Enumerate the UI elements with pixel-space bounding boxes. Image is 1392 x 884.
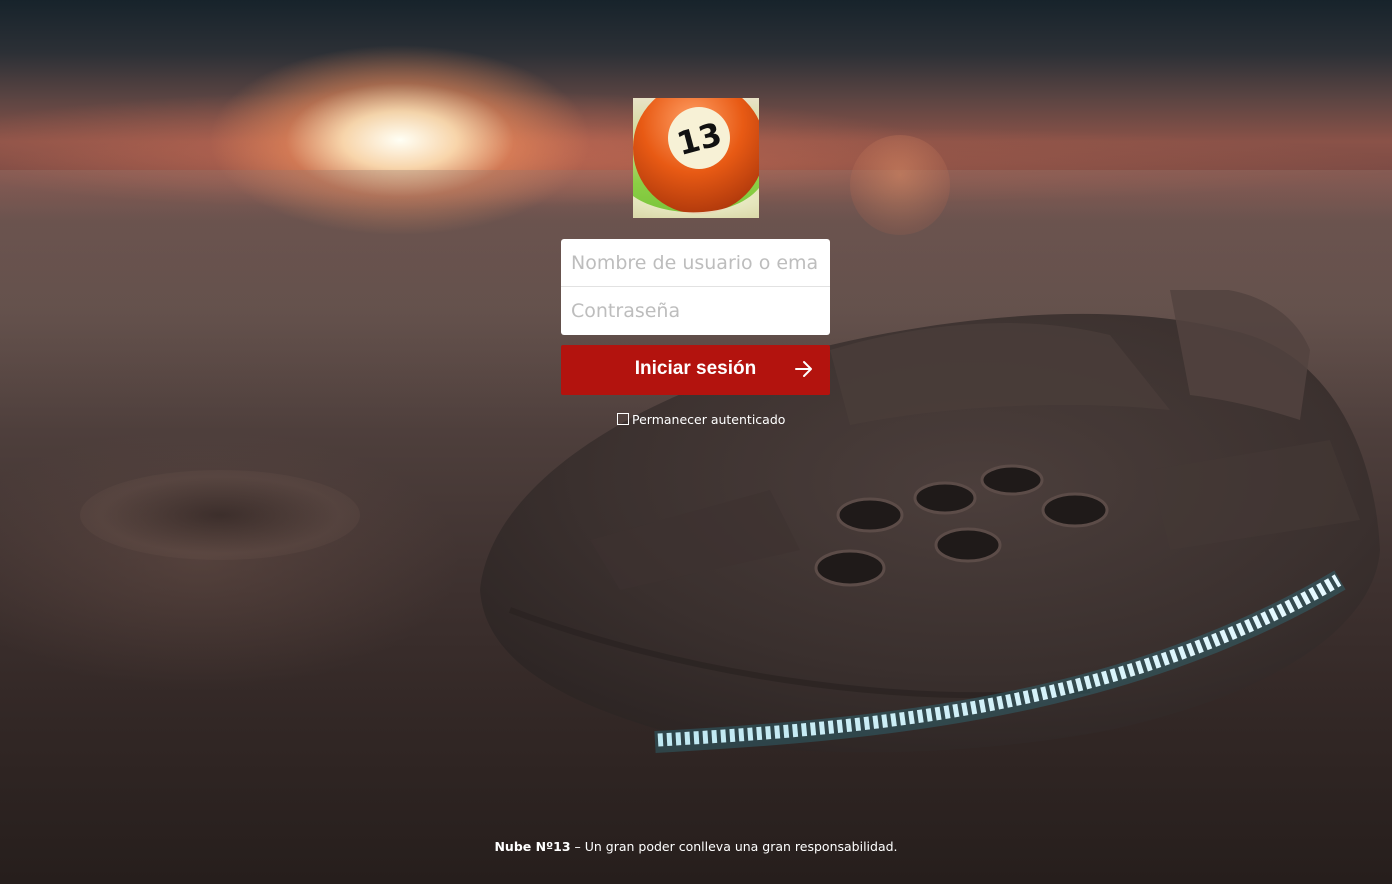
- arrow-right-icon: [795, 361, 812, 377]
- background-crater: [80, 470, 360, 560]
- login-button[interactable]: Iniciar sesión: [561, 345, 830, 395]
- login-button-label: Iniciar sesión: [634, 358, 757, 379]
- footer: Nube Nº13 – Un gran poder conlleva una g…: [0, 839, 1392, 854]
- billiard-ball-13-icon: 13: [633, 98, 759, 218]
- footer-brand: Nube Nº13: [494, 839, 571, 854]
- logo: 13: [633, 98, 759, 218]
- background-planet: [850, 135, 950, 235]
- remember-me-checkbox[interactable]: [617, 413, 629, 425]
- remember-me-label: Permanecer autenticado: [632, 412, 786, 427]
- remember-me[interactable]: Permanecer autenticado: [617, 411, 785, 429]
- footer-tagline: Un gran poder conlleva una gran responsa…: [584, 839, 898, 854]
- password-input[interactable]: [561, 287, 830, 335]
- footer-separator: –: [570, 839, 585, 854]
- login-fields: [561, 239, 830, 335]
- username-input[interactable]: [561, 239, 830, 287]
